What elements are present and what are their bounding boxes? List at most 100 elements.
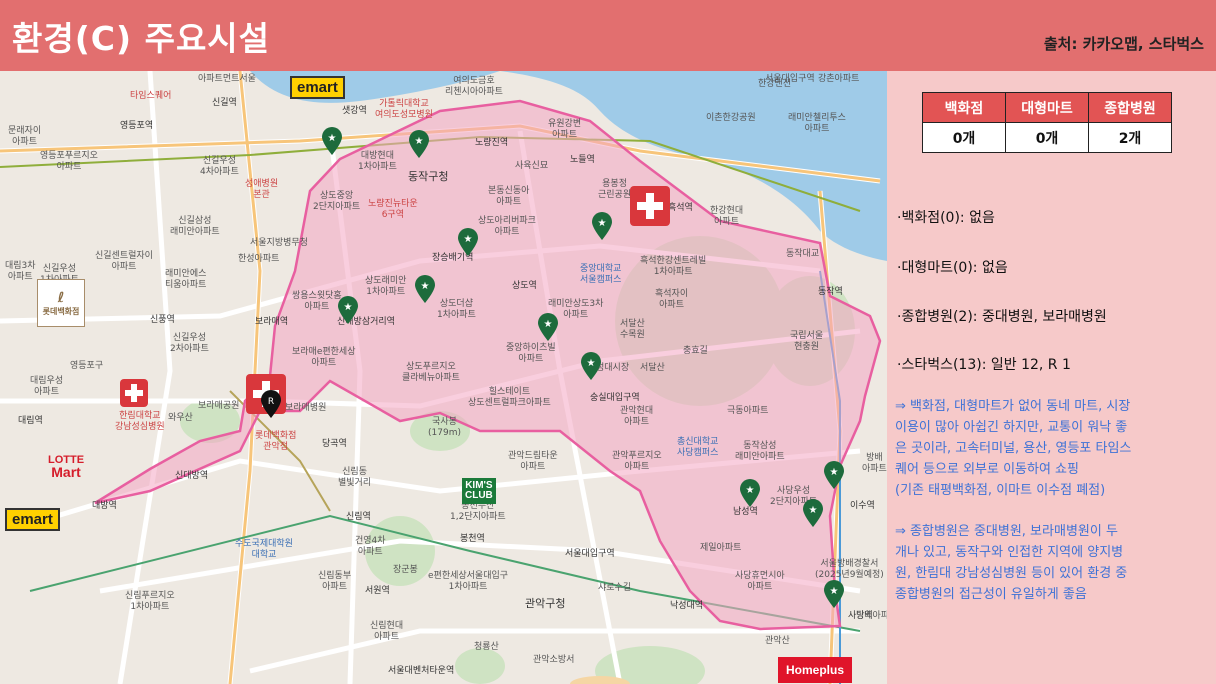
map-label: 유원강변 아파트 — [548, 119, 582, 140]
map-label: 강촌아파트 — [818, 74, 860, 84]
map-label: 사육신묘 — [515, 161, 549, 171]
starbucks-marker[interactable]: ★ — [456, 227, 480, 257]
map-label: 동작대교 — [786, 249, 820, 259]
map-label: 롯데백화점 관악점 — [255, 431, 297, 452]
map-label: 성애병원 본관 — [245, 179, 279, 200]
header-bar: 환경(C) 주요시설 출처: 카카오맵, 스타벅스 — [0, 0, 1216, 71]
map-label: 청룡산 — [474, 642, 499, 652]
map-label: 노량진역 — [475, 138, 509, 148]
map-label: 방배아파트 — [862, 453, 887, 474]
hospital-marker[interactable] — [630, 186, 670, 226]
map-label: 방배아파트 — [856, 611, 887, 621]
map-label: 이수역 — [850, 501, 875, 511]
starbucks-marker[interactable]: ★ — [336, 295, 360, 325]
map-label: 중앙하이츠빌 아파트 — [506, 343, 556, 364]
map-label: 상도아리버파크 아파트 — [478, 216, 536, 237]
map-label: 낙성대역 — [670, 601, 704, 611]
map-label: 타임스퀘어 — [130, 91, 172, 101]
map-label: 서울지방병무청 — [250, 238, 308, 248]
starbucks-marker[interactable]: ★ — [407, 129, 431, 159]
map-label: 대림3차 아파트 — [5, 261, 36, 282]
map-label: 보라매역 — [255, 317, 289, 327]
map-label: 신대방역 — [175, 471, 209, 481]
map-label: 흑석한강센트레빌 1차아파트 — [640, 256, 707, 277]
svg-text:★: ★ — [421, 281, 430, 292]
map-label: 한성아파트 — [238, 254, 280, 264]
starbucks-marker[interactable]: ★ — [822, 460, 846, 490]
map-label: 가톨릭대학교 여의도성모병원 — [375, 99, 433, 120]
value-general-hospital: 2개 — [1088, 122, 1172, 153]
map-label: 신길역 — [212, 98, 237, 108]
starbucks-marker[interactable]: ★ — [801, 498, 825, 528]
map-label: 남성역 — [733, 507, 758, 517]
map-label: 관악현대 아파트 — [620, 406, 654, 427]
map-label: 한강현대 아파트 — [710, 206, 744, 227]
starbucks-marker[interactable]: ★ — [536, 312, 560, 342]
page-title: 환경(C) 주요시설 — [12, 19, 271, 58]
emart-logo: emart — [5, 508, 60, 531]
svg-text:★: ★ — [587, 358, 596, 369]
starbucks-marker[interactable]: ★ — [590, 211, 614, 241]
map-label: 건영4차 아파트 — [355, 536, 386, 557]
map-label: 신길삼성 래미안아파트 — [170, 216, 220, 237]
map-label: 상도더샵 1차아파트 — [437, 299, 476, 320]
info-panel: 백화점 대형마트 종합병원 0개 0개 2개 ·백화점(0): 없음 ·대형마트… — [887, 71, 1216, 684]
map-label: 동작역 — [818, 287, 843, 297]
header-hypermarket: 대형마트 — [1005, 92, 1089, 123]
map-label: 신림동부 아파트 — [318, 571, 352, 592]
map-label: 상도푸르지오 클라베뉴아파트 — [402, 362, 460, 383]
starbucks-marker[interactable]: ★ — [320, 126, 344, 156]
starbucks-reserve-marker[interactable]: R — [259, 389, 283, 419]
note-hospital: ⇒ 종합병원은 중대병원, 보라매병원이 두 개나 있고, 동작구와 인접한 지… — [895, 524, 1128, 602]
map-label: 대방역 — [92, 501, 117, 511]
note-shopping: ⇒ 백화점, 대형마트가 없어 동네 마트, 시장 이용이 많아 아쉽긴 하지만… — [895, 399, 1132, 498]
emart-logo: emart — [290, 76, 345, 99]
map-label: 신림동 별빛거리 — [338, 467, 372, 488]
map-label: 서원역 — [365, 586, 390, 596]
map-label: 신길우성 4차아파트 — [200, 156, 239, 177]
map-label: 영등포역 — [120, 121, 154, 131]
map-label: 대림역 — [18, 416, 43, 426]
header-department-store: 백화점 — [922, 92, 1006, 123]
svg-text:★: ★ — [544, 319, 553, 330]
svg-text:★: ★ — [830, 467, 839, 478]
value-department-store: 0개 — [922, 122, 1006, 153]
svg-text:★: ★ — [344, 302, 353, 313]
bullet-hospital: ·종합병원(2): 중대병원, 보라매병원 — [897, 309, 1107, 325]
map-label: 한강맨션 — [758, 79, 792, 89]
map-label: 동작삼성 래미안아파트 — [735, 441, 785, 462]
starbucks-marker[interactable]: ★ — [413, 274, 437, 304]
map-label: 힐스테이트 상도센트럴파크아파트 — [468, 387, 551, 408]
bullet-department-store: ·백화점(0): 없음 — [897, 210, 995, 226]
map-label: 봉천역 — [460, 534, 485, 544]
bullet-hypermarket: ·대형마트(0): 없음 — [897, 260, 1008, 276]
map-label: 한림대학교 강남성심병원 — [115, 411, 165, 432]
map-label: 신림푸르지오 1차아파트 — [125, 591, 175, 612]
map-label: 신풍역 — [150, 315, 175, 325]
map-label: 본동신동아 아파트 — [488, 186, 530, 207]
svg-text:★: ★ — [809, 505, 818, 516]
map-label: 샤로수길 — [598, 583, 632, 593]
hospital-marker[interactable] — [120, 379, 148, 407]
map-label: 사당휴먼시아 아파트 — [735, 571, 785, 592]
map-label: 신길센트럴자이 아파트 — [95, 251, 153, 272]
map-label: 관악드림타운 아파트 — [508, 451, 558, 472]
svg-text:★: ★ — [746, 485, 755, 496]
map-view[interactable]: 신길역 영등포역 문래자이 아파트 영등포푸르지오 아파트 신길우성 4차아파트 성애… — [0, 71, 887, 684]
starbucks-marker[interactable]: ★ — [579, 351, 603, 381]
value-hypermarket: 0개 — [1005, 122, 1089, 153]
svg-text:★: ★ — [415, 136, 424, 147]
map-label: 여의도금호 리첸시아아파트 — [445, 76, 503, 97]
map-label: 국사봉 (179m) — [428, 417, 461, 438]
map-label: 신림역 — [346, 512, 371, 522]
starbucks-marker[interactable]: ★ — [738, 478, 762, 508]
map-label: 총신대학교 사당캠퍼스 — [677, 437, 719, 458]
map-label: 노량진뉴타운 6구역 — [368, 199, 418, 220]
facility-count-table: 백화점 대형마트 종합병원 0개 0개 2개 — [922, 92, 1172, 153]
starbucks-marker[interactable]: ★ — [822, 579, 846, 609]
lotte-department-logo: ℓ 롯데백화점 — [37, 279, 85, 327]
kims-club-logo: KIM'S CLUB — [462, 478, 496, 504]
svg-text:★: ★ — [464, 234, 473, 245]
map-label: 샛강역 — [342, 106, 367, 116]
map-label: 노들역 — [570, 155, 595, 165]
